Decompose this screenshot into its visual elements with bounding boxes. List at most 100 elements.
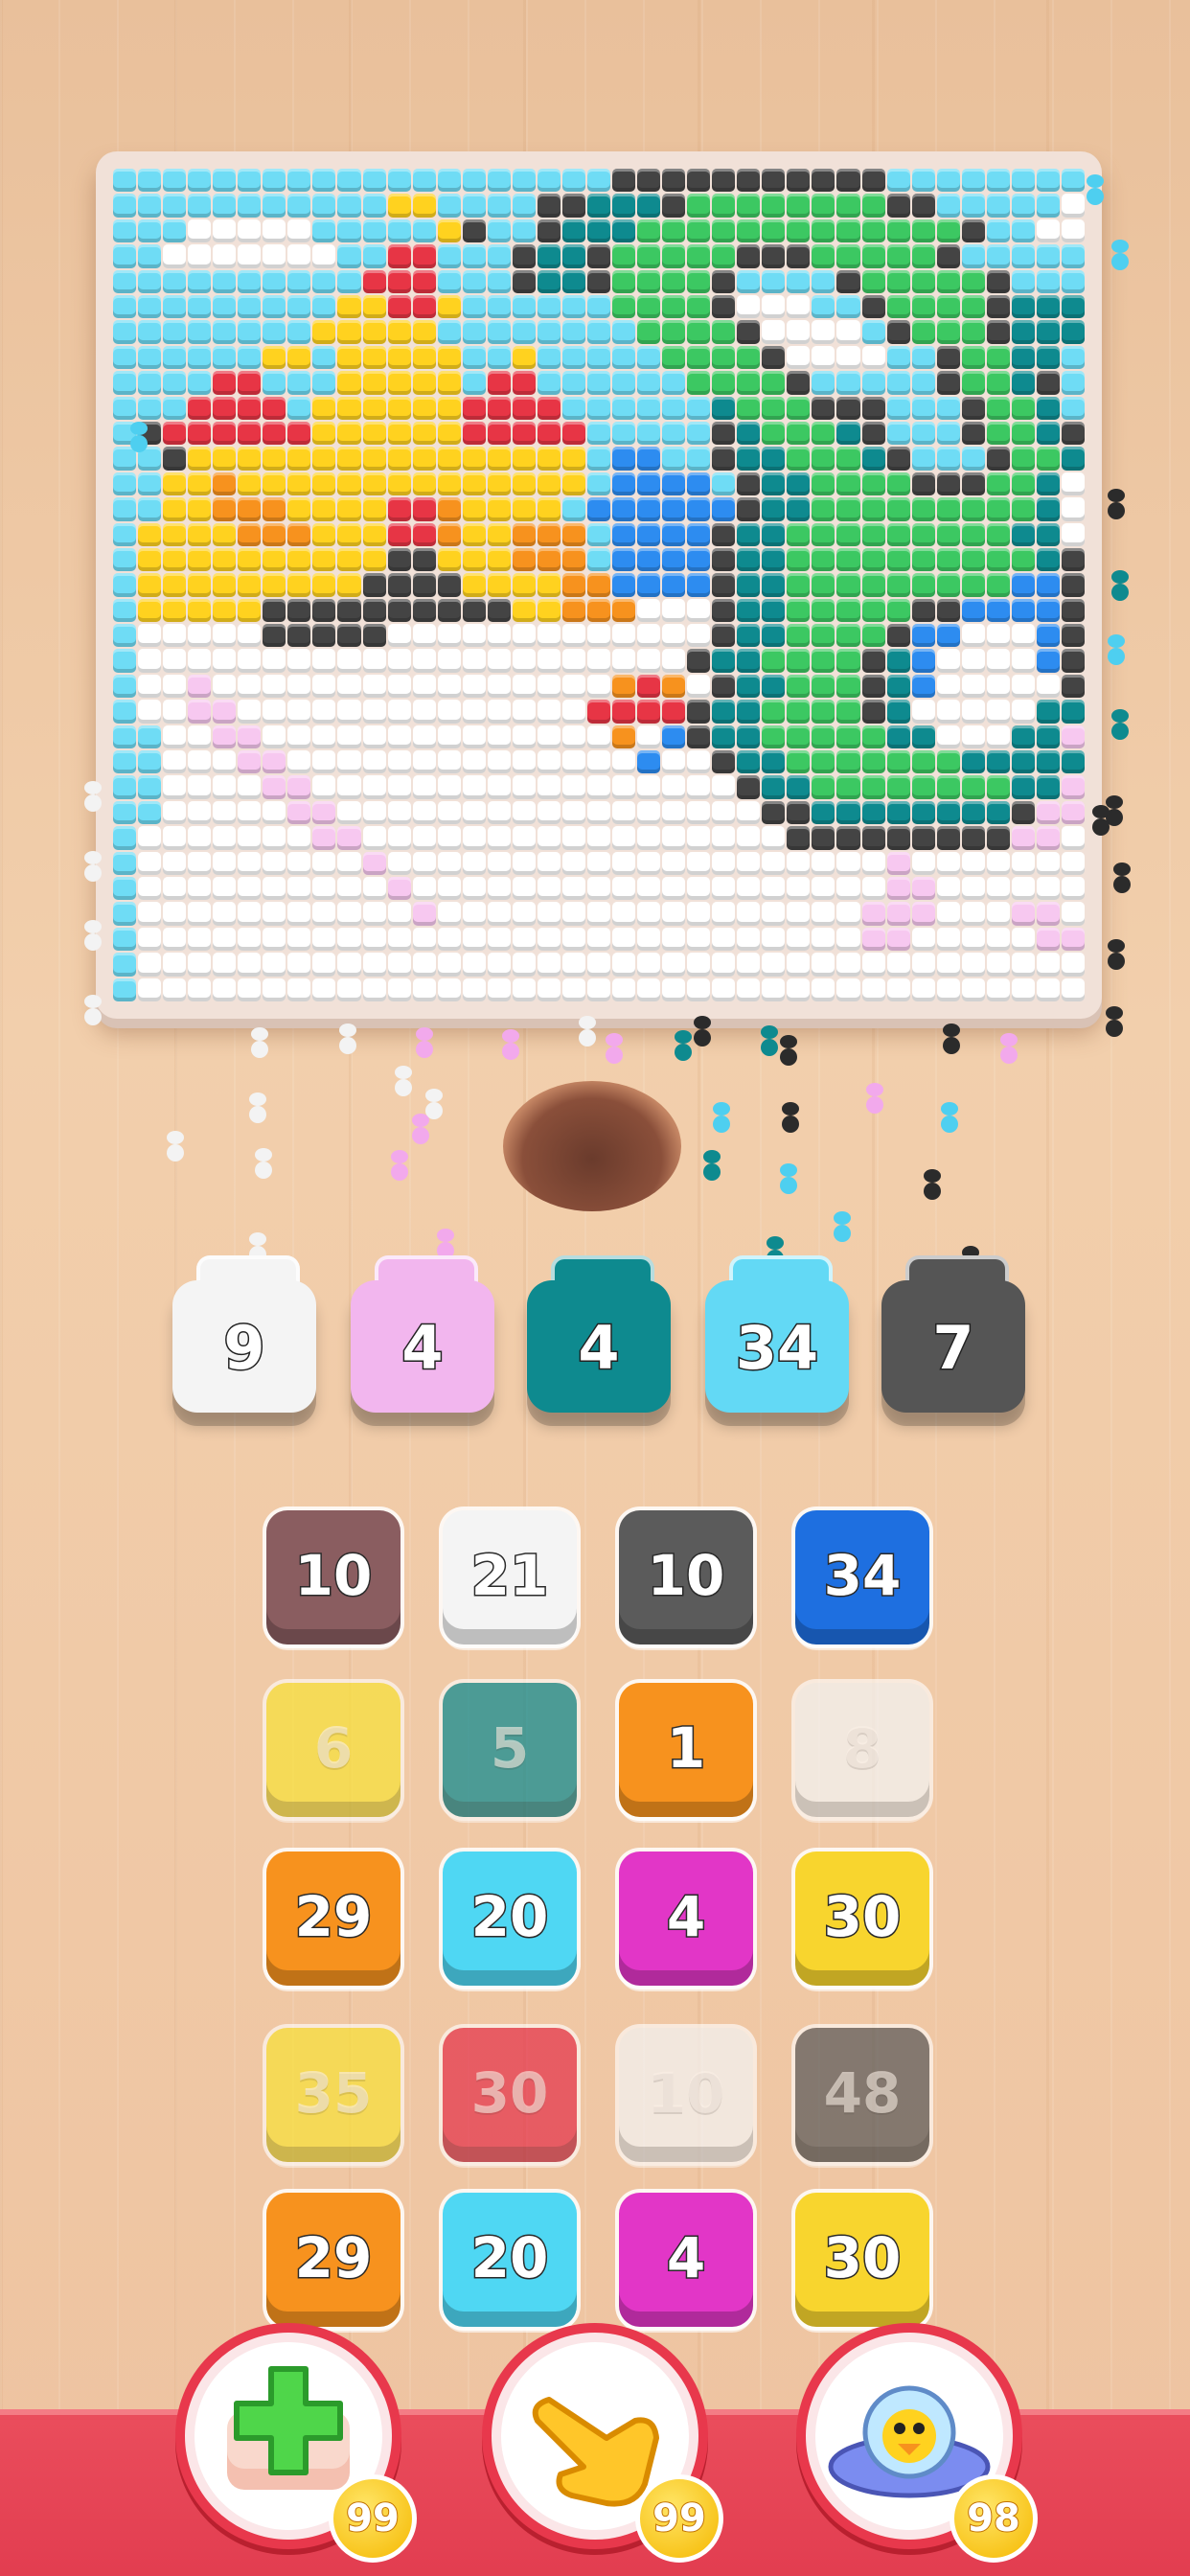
pixel-cell (961, 700, 985, 724)
number-tile[interactable]: 20 (443, 2193, 577, 2327)
pixel-cell (387, 877, 411, 901)
pixel-cell (437, 345, 461, 370)
pixel-cell (138, 674, 162, 699)
pixel-cell (787, 674, 811, 699)
pixel-cell (687, 649, 711, 673)
pixel-cell (512, 700, 536, 724)
pixel-cell (586, 345, 611, 370)
pixel-cell (662, 851, 686, 876)
pixel-cell (287, 750, 311, 774)
number-tile[interactable]: 21 (443, 1510, 577, 1644)
pixel-cell (961, 396, 985, 420)
pixel-cell (462, 244, 486, 268)
ufo-booster-button[interactable]: 98 (796, 2323, 1038, 2563)
pixel-cell (936, 649, 960, 673)
pixel-cell (537, 547, 561, 572)
pixel-cell (911, 800, 935, 825)
pixel-cell (637, 218, 661, 243)
tile-value: 30 (822, 2224, 903, 2292)
pixel-cell (662, 218, 686, 243)
pixel-cell (936, 775, 960, 799)
pixel-cell (1061, 624, 1085, 648)
pixel-cell (737, 169, 761, 193)
pixel-cell (263, 902, 286, 926)
number-tile[interactable]: 29 (266, 1852, 400, 1986)
number-tile[interactable]: 30 (795, 2193, 929, 2327)
number-tile[interactable]: 4 (619, 2193, 753, 2327)
pixel-cell (836, 750, 860, 774)
pixel-cell (213, 345, 237, 370)
pixel-cell (1011, 750, 1035, 774)
number-tile[interactable]: 20 (443, 1852, 577, 1986)
pixel-cell (1036, 472, 1060, 496)
pixel-cell (337, 194, 361, 218)
pixel-cell (462, 724, 486, 749)
pixel-cell (163, 421, 187, 446)
pixel-cell (961, 497, 985, 521)
pixel-cell (512, 269, 536, 293)
pixel-cell (113, 497, 137, 521)
pixel-cell (687, 294, 711, 319)
pixel-cell (312, 169, 336, 193)
pixel-cell (637, 851, 661, 876)
pixel-cell (762, 396, 786, 420)
pixel-cell (687, 877, 711, 901)
pixel-cell (1036, 497, 1060, 521)
pixel-cell (1061, 700, 1085, 724)
pixel-cell (737, 294, 761, 319)
pixel-cell (213, 472, 237, 496)
pixel-cell (712, 522, 736, 546)
pixel-cell (687, 194, 711, 218)
pixel-cell (287, 345, 311, 370)
pixel-cell (712, 547, 736, 572)
pixel-cell (986, 244, 1010, 268)
ant (391, 1066, 416, 1098)
number-tile[interactable]: 35 (266, 2028, 400, 2162)
number-tile[interactable]: 10 (266, 1510, 400, 1644)
pixel-cell (387, 598, 411, 623)
number-tile[interactable]: 48 (795, 2028, 929, 2162)
number-tile[interactable]: 5 (443, 1683, 577, 1817)
pixel-cell (737, 902, 761, 926)
pixel-cell (936, 547, 960, 572)
pixel-cell (762, 724, 786, 749)
pixel-cell (637, 927, 661, 952)
number-tile[interactable]: 29 (266, 2193, 400, 2327)
pixel-cell (537, 573, 561, 597)
number-tile[interactable]: 1 (619, 1683, 753, 1817)
pixel-cell (836, 877, 860, 901)
pixel-cell (561, 269, 585, 293)
pixel-cell (961, 598, 985, 623)
pixel-cell (238, 624, 262, 648)
number-tile[interactable]: 34 (795, 1510, 929, 1644)
pixel-cell (1036, 649, 1060, 673)
number-tile[interactable]: 30 (795, 1852, 929, 1986)
pixel-cell (163, 674, 187, 699)
pixel-cell (113, 775, 137, 799)
hand-booster-button[interactable]: 99 (482, 2323, 723, 2563)
pixel-cell (712, 169, 736, 193)
pixel-cell (213, 800, 237, 825)
pixel-cell (687, 396, 711, 420)
pixel-cell (213, 953, 237, 977)
number-tile[interactable]: 30 (443, 2028, 577, 2162)
pixel-cell (662, 775, 686, 799)
pixel-cell (337, 927, 361, 952)
pixel-cell (936, 497, 960, 521)
number-tile[interactable]: 6 (266, 1683, 400, 1817)
number-tile[interactable]: 10 (619, 1510, 753, 1644)
pixel-cell (1036, 244, 1060, 268)
pixel-cell (312, 877, 336, 901)
ant (939, 1024, 964, 1056)
number-tile[interactable]: 10 (619, 2028, 753, 2162)
add-booster-button[interactable]: 99 (175, 2323, 417, 2563)
pixel-cell (687, 700, 711, 724)
number-tile[interactable]: 8 (795, 1683, 929, 1817)
pixel-cell (238, 169, 262, 193)
pixel-cell (836, 345, 860, 370)
pixel-cell (238, 598, 262, 623)
pixel-cell (911, 724, 935, 749)
pixel-cell (163, 573, 187, 597)
pixel-cell (437, 598, 461, 623)
number-tile[interactable]: 4 (619, 1852, 753, 1986)
